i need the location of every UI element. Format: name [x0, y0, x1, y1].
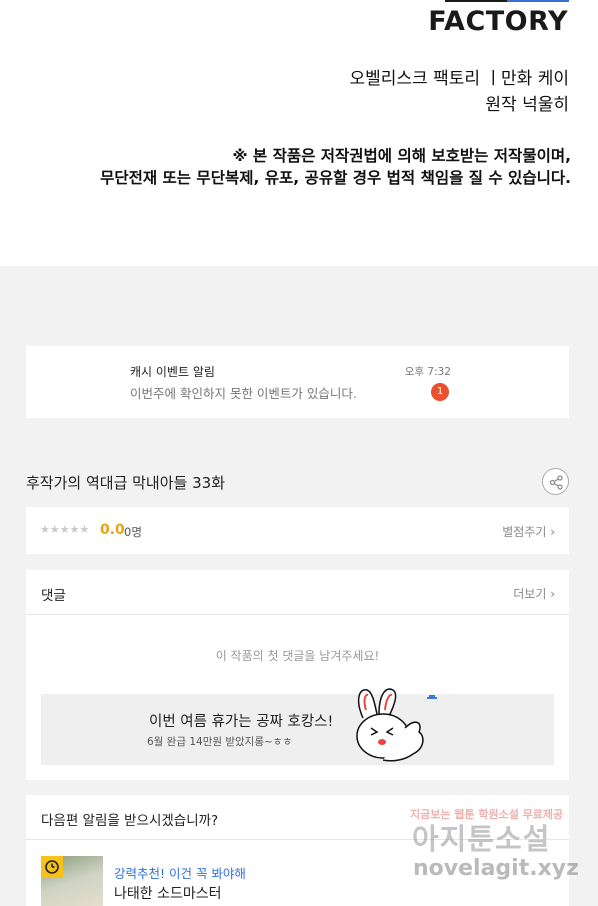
event-subtitle: 이번주에 확인하지 못한 이벤트가 있습니다. [130, 386, 357, 401]
copyright-notice-2: 무단전재 또는 무단복제, 유포, 공유할 경우 법적 책임을 질 수 있습니다… [100, 169, 571, 187]
share-icon [549, 475, 563, 490]
event-count-badge: 1 [431, 383, 449, 401]
comments-header: 댓글 더보기 › [26, 570, 569, 615]
rabbit-mascot-icon [356, 688, 437, 762]
comments-empty-message: 이 작품의 첫 댓글을 남겨주세요! [215, 649, 380, 663]
next-episode-question: 다음편 알림을 받으시겠습니까? [41, 813, 219, 829]
clock-icon [41, 856, 63, 878]
event-notification-card[interactable]: 캐시 이벤트 알림 이번주에 확인하지 못한 이벤트가 있습니다. 오후 7:3… [26, 346, 569, 418]
rating-card: ★★★★★ 0.0 0명 별점주기 › [26, 507, 569, 554]
event-title: 캐시 이벤트 알림 [130, 365, 215, 379]
episode-title: 후작가의 역대급 막내아들 33화 [26, 474, 225, 492]
next-episode-card: 다음편 알림을 받으시겠습니까? 강력추천! 이건 꼭 봐야해 나태한 소드마스… [26, 795, 569, 906]
chapter-credits-image: FACTORY 오벨리스크 팩토리 ㅣ만화 케이 원작 넉울히 ※ 본 작품은 … [0, 0, 598, 266]
promo-subtitle: 6월 완급 14만원 받았지롱~ㅎㅎ [147, 736, 293, 748]
credit-studio: 오벨리스크 팩토리 ㅣ만화 케이 [349, 69, 569, 89]
credit-original: 원작 넉울히 [485, 95, 569, 115]
comments-title: 댓글 [41, 588, 66, 604]
publisher-logo: FACTORY [428, 6, 568, 37]
next-episode-header[interactable]: 다음편 알림을 받으시겠습니까? [26, 795, 569, 840]
rating-count: 0명 [124, 525, 142, 539]
rating-stars-icon: ★★★★★ [40, 523, 90, 536]
rate-button[interactable]: 별점주기 › [502, 523, 555, 540]
promo-title: 이번 여름 휴가는 공짜 호캉스! [149, 714, 334, 730]
recommend-label: 강력추천! 이건 꼭 봐야해 [114, 866, 246, 881]
share-button[interactable] [542, 468, 569, 495]
comments-card: 댓글 더보기 › 이 작품의 첫 댓글을 남겨주세요! 이번 여름 휴가는 공짜… [26, 570, 569, 780]
copyright-notice-1: ※ 본 작품은 저작권법에 의해 보호받는 저작물이며, [232, 147, 571, 165]
recommended-title[interactable]: 나태한 소드마스터 [114, 883, 222, 903]
promo-banner[interactable]: 이번 여름 휴가는 공짜 호캉스! 6월 완급 14만원 받았지롱~ㅎㅎ [41, 688, 554, 765]
comments-more-link[interactable]: 더보기 › [513, 585, 555, 602]
rating-score: 0.0 [100, 522, 125, 538]
recommended-thumbnail[interactable] [41, 856, 103, 906]
event-time: 오후 7:32 [404, 366, 451, 378]
